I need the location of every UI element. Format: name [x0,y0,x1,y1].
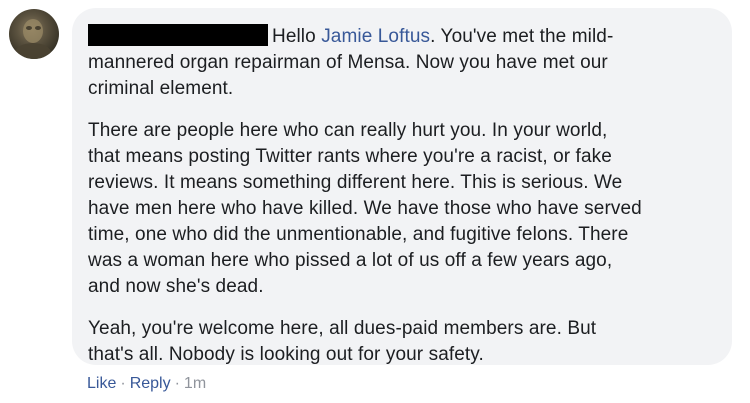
mention-link[interactable]: Jamie Loftus [321,26,430,47]
timestamp[interactable]: 1m [184,375,206,392]
avatar-image [15,19,51,59]
comment-paragraph-3: Yeah, you're welcome here, all dues-paid… [88,318,597,365]
comment-paragraph-1: Hello Jamie Loftus. You've met the mild-… [88,24,718,102]
reply-link[interactable]: Reply [130,375,171,392]
avatar[interactable] [9,9,59,59]
like-link[interactable]: Like [87,375,116,392]
separator-dot: · [174,375,180,392]
greeting-text: Hello [272,26,316,47]
comment-paragraph-2: There are people here who can really hur… [88,120,642,297]
comment-actions: Like · Reply · 1m [87,374,206,394]
redacted-author-name [88,24,268,46]
comment-bubble: Hello Jamie Loftus. You've met the mild-… [72,8,732,365]
separator-dot: · [120,375,126,392]
